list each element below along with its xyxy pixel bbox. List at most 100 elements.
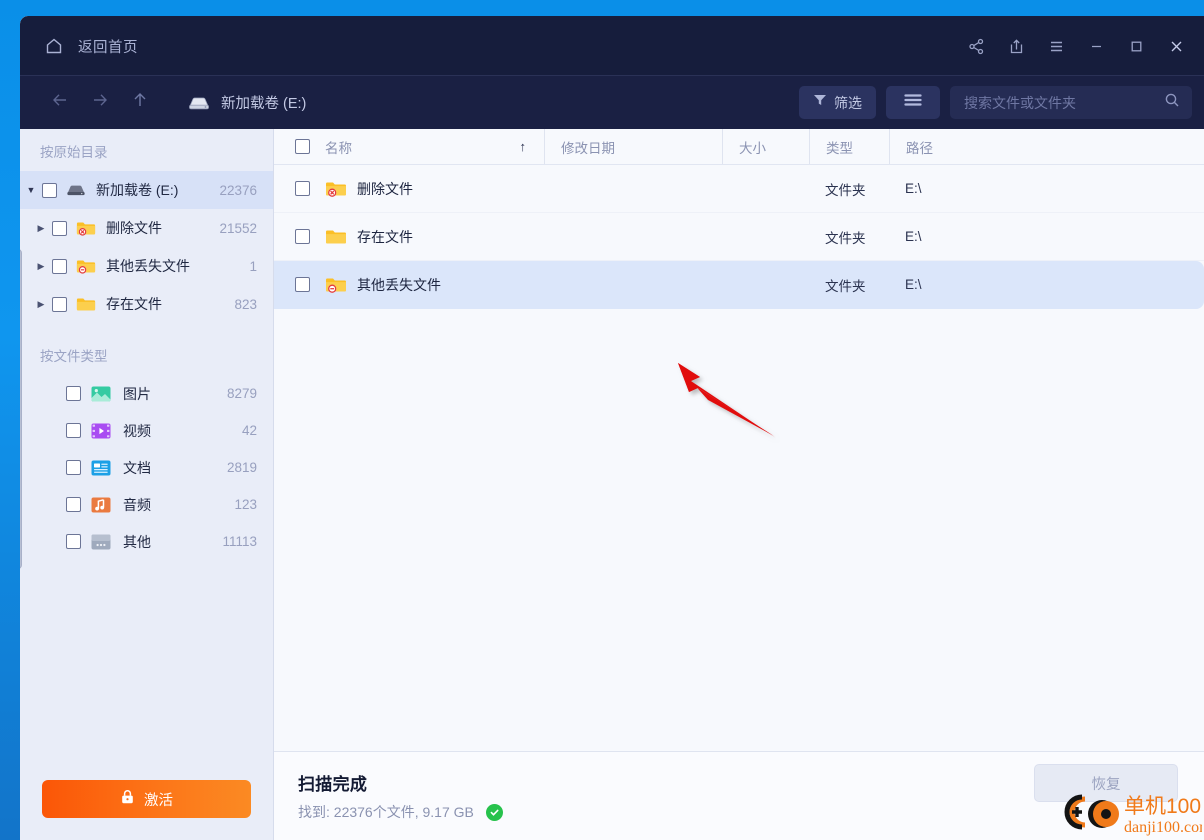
checkbox-row[interactable] bbox=[295, 181, 310, 196]
folder-lost-icon bbox=[325, 275, 357, 294]
check-circle-icon bbox=[485, 803, 503, 821]
close-icon bbox=[1168, 38, 1185, 55]
minimize-button[interactable] bbox=[1076, 24, 1116, 68]
checkbox-videos[interactable] bbox=[66, 423, 81, 438]
checkbox-deleted[interactable] bbox=[52, 220, 67, 236]
file-type-cell: 文件夹 bbox=[825, 230, 866, 246]
activate-button[interactable]: 激活 bbox=[42, 780, 251, 818]
caret-right-icon[interactable]: ▶ bbox=[30, 223, 52, 234]
maximize-button[interactable] bbox=[1116, 24, 1156, 68]
activate-section: 激活 bbox=[20, 764, 273, 840]
table-row[interactable]: 删除文件 文件夹 E:\ bbox=[274, 165, 1204, 213]
caret-right-icon[interactable]: ▶ bbox=[30, 299, 52, 310]
sidebar-tree-label: 存在文件 bbox=[106, 296, 162, 312]
sidebar-type-item-audio[interactable]: 音频 123 bbox=[20, 486, 273, 523]
column-header-path[interactable]: 路径 bbox=[889, 129, 1204, 164]
arrow-up-icon bbox=[130, 90, 150, 115]
column-header-date[interactable]: 修改日期 bbox=[544, 129, 722, 164]
folder-icon bbox=[325, 227, 357, 246]
file-name-cell: 删除文件 bbox=[274, 179, 544, 199]
checkbox-images[interactable] bbox=[66, 386, 81, 401]
home-icon bbox=[44, 36, 64, 56]
file-name-label: 删除文件 bbox=[357, 180, 413, 197]
hard-drive-icon bbox=[66, 181, 96, 199]
home-button[interactable]: 返回首页 bbox=[20, 16, 156, 76]
checkbox-select-all[interactable] bbox=[295, 139, 310, 154]
recover-label: 恢复 bbox=[1091, 776, 1121, 793]
view-mode-button[interactable] bbox=[886, 86, 940, 119]
forward-button[interactable] bbox=[80, 83, 120, 123]
upload-box-icon bbox=[1008, 38, 1025, 55]
breadcrumb-path: 新加载卷 (E:) bbox=[221, 96, 307, 112]
caret-down-icon[interactable]: ▼ bbox=[20, 185, 42, 195]
table-row[interactable]: 存在文件 文件夹 E:\ bbox=[274, 213, 1204, 261]
breadcrumb[interactable]: 新加载卷 (E:) bbox=[188, 92, 306, 113]
sidebar-tree-item-deleted[interactable]: ▶ 删除文件 21552 bbox=[20, 209, 273, 247]
close-button[interactable] bbox=[1156, 24, 1196, 68]
share-button[interactable] bbox=[956, 24, 996, 68]
column-header-type[interactable]: 类型 bbox=[809, 129, 889, 164]
sidebar-type-count: 8279 bbox=[226, 386, 257, 401]
minimize-icon bbox=[1088, 38, 1105, 55]
up-button[interactable] bbox=[120, 83, 160, 123]
checkbox-drive[interactable] bbox=[42, 182, 57, 198]
home-label: 返回首页 bbox=[78, 39, 138, 56]
sidebar-type-item-videos[interactable]: 视频 42 bbox=[20, 412, 273, 449]
filter-button[interactable]: 筛选 bbox=[799, 86, 876, 119]
folder-deleted-icon bbox=[325, 179, 357, 198]
title-bar: 返回首页 bbox=[20, 16, 1204, 76]
recover-button[interactable]: 恢复 bbox=[1034, 764, 1178, 802]
sidebar-type-item-images[interactable]: 图片 8279 bbox=[20, 375, 273, 412]
table-row[interactable]: 其他丢失文件 文件夹 E:\ bbox=[274, 261, 1204, 309]
main-body: 按原始目录 ▼ 新加载卷 (E:) 22376 ▶ 删除文件 21552 ▶ 其… bbox=[20, 129, 1204, 840]
column-header-size[interactable]: 大小 bbox=[722, 129, 809, 164]
checkbox-row[interactable] bbox=[295, 229, 310, 244]
sort-ascending-icon[interactable]: ↑ bbox=[520, 139, 545, 154]
annotation-arrow bbox=[678, 363, 776, 438]
sidebar-tree-item-drive[interactable]: ▼ 新加载卷 (E:) 22376 bbox=[20, 171, 273, 209]
file-type-cell: 文件夹 bbox=[825, 278, 866, 294]
sidebar-tree-header: 按原始目录 bbox=[40, 145, 108, 160]
menu-button[interactable] bbox=[1036, 24, 1076, 68]
sidebar-tree-item-existing[interactable]: ▶ 存在文件 823 bbox=[20, 285, 273, 323]
caret-right-icon[interactable]: ▶ bbox=[30, 261, 52, 272]
search-icon[interactable] bbox=[1164, 92, 1180, 113]
sidebar-tree-count: 22376 bbox=[219, 182, 257, 198]
folder-deleted-icon bbox=[76, 219, 106, 237]
export-button[interactable] bbox=[996, 24, 1036, 68]
folder-icon bbox=[76, 295, 106, 313]
file-list-body: 删除文件 文件夹 E:\ 存在文件 文件夹 E:\ 其他丢失文件 文件夹 E:\ bbox=[274, 165, 1204, 751]
other-file-icon bbox=[90, 532, 123, 552]
sidebar-tree-count: 823 bbox=[234, 296, 257, 312]
checkbox-other[interactable] bbox=[66, 534, 81, 549]
file-name-label: 存在文件 bbox=[357, 228, 413, 245]
sidebar-tree-count: 1 bbox=[249, 258, 257, 274]
sidebar-type-count: 2819 bbox=[226, 460, 257, 475]
back-button[interactable] bbox=[40, 83, 80, 123]
checkbox-audio[interactable] bbox=[66, 497, 81, 512]
status-title: 扫描完成 bbox=[298, 775, 368, 794]
search-input[interactable] bbox=[964, 94, 1164, 111]
toolbar-right-group: 筛选 bbox=[799, 76, 1192, 129]
sidebar-tree-count: 21552 bbox=[219, 220, 257, 236]
checkbox-lost[interactable] bbox=[52, 258, 67, 274]
status-summary-row: 找到: 22376个文件, 9.17 GB bbox=[298, 802, 503, 822]
sidebar-type-item-documents[interactable]: 文档 2819 bbox=[20, 449, 273, 486]
window-controls bbox=[956, 24, 1204, 68]
checkbox-documents[interactable] bbox=[66, 460, 81, 475]
filter-label: 筛选 bbox=[834, 94, 862, 111]
file-name-cell: 其他丢失文件 bbox=[274, 275, 544, 295]
sidebar-type-item-other[interactable]: 其他 11113 bbox=[20, 523, 273, 560]
file-path-cell: E:\ bbox=[905, 229, 922, 244]
checkbox-row[interactable] bbox=[295, 277, 310, 292]
sidebar-tree-item-lost[interactable]: ▶ 其他丢失文件 1 bbox=[20, 247, 273, 285]
column-header-name[interactable]: 名称 ↑ bbox=[274, 129, 544, 164]
sidebar-type-label: 其他 bbox=[123, 533, 151, 550]
sidebar-type-label: 图片 bbox=[123, 385, 151, 402]
lock-icon bbox=[120, 789, 135, 810]
sidebar-type-header: 按文件类型 bbox=[40, 349, 108, 364]
checkbox-existing[interactable] bbox=[52, 296, 67, 312]
search-box[interactable] bbox=[950, 86, 1192, 119]
sidebar: 按原始目录 ▼ 新加载卷 (E:) 22376 ▶ 删除文件 21552 ▶ 其… bbox=[20, 129, 274, 840]
hamburger-icon bbox=[1048, 38, 1065, 55]
